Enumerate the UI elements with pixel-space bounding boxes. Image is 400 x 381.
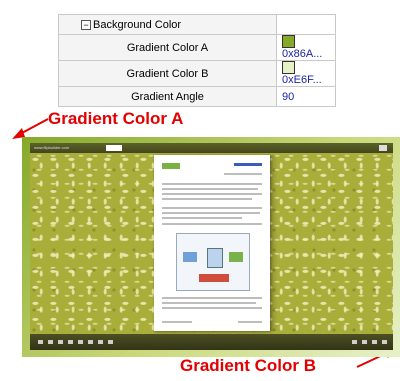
page-title-bar <box>234 163 262 166</box>
prev-page-icon[interactable] <box>362 340 367 344</box>
last-page-icon[interactable] <box>382 340 387 344</box>
gradient-color-a-annotation: Gradient Color A <box>48 109 184 128</box>
page-logo <box>162 163 180 169</box>
viewer-site-label: www.flipbuilder.com <box>34 145 70 150</box>
property-value: 0xE6F... <box>282 74 322 86</box>
book-page[interactable] <box>154 155 270 331</box>
toolbar-icon[interactable] <box>48 340 53 344</box>
toolbar-icon[interactable] <box>58 340 63 344</box>
flipbook-viewer: www.flipbuilder.com <box>30 143 393 350</box>
property-value-cell[interactable]: 0x86A... <box>276 34 336 61</box>
property-row-gradient-angle[interactable]: Gradient Angle 90 <box>58 86 336 107</box>
color-swatch-icon <box>282 61 295 74</box>
page-spine <box>270 155 278 331</box>
toolbar-icon[interactable] <box>108 340 113 344</box>
arrow-a-line <box>19 118 49 135</box>
property-name: Gradient Color B <box>58 60 277 87</box>
next-page-icon[interactable] <box>372 340 377 344</box>
toolbar-icon[interactable] <box>98 340 103 344</box>
property-group-cell[interactable]: − Background Color <box>58 14 277 35</box>
group-label: Background Color <box>93 18 182 31</box>
property-group-row[interactable]: − Background Color <box>58 14 336 35</box>
property-row-gradient-color-a[interactable]: Gradient Color A 0x86A... <box>58 34 336 61</box>
property-grid: − Background Color Gradient Color A 0x86A… <box>58 14 336 107</box>
page-input[interactable] <box>106 145 122 151</box>
property-row-gradient-color-b[interactable]: Gradient Color B 0xE6F... <box>58 60 336 87</box>
property-value: 0x86A... <box>282 48 323 60</box>
gradient-color-b-annotation: Gradient Color B <box>180 356 317 375</box>
property-value-cell[interactable]: 0xE6F... <box>276 60 336 87</box>
viewer-toolbar-bottom <box>30 334 393 350</box>
viewer-toolbar-top: www.flipbuilder.com <box>30 143 393 153</box>
toolbar-icon[interactable] <box>78 340 83 344</box>
color-swatch-icon <box>282 35 295 48</box>
toolbar-icon[interactable] <box>68 340 73 344</box>
first-page-icon[interactable] <box>352 340 357 344</box>
property-value-cell[interactable]: 90 <box>276 86 336 107</box>
gradient-preview: www.flipbuilder.com <box>22 137 400 357</box>
property-group-value <box>276 14 336 35</box>
toolbar-icon[interactable] <box>88 340 93 344</box>
page-diagram <box>176 233 250 291</box>
toolbar-icon[interactable] <box>38 340 43 344</box>
search-icon[interactable] <box>379 145 387 151</box>
property-value: 90 <box>282 90 295 103</box>
collapse-icon[interactable]: − <box>81 19 91 30</box>
property-name: Gradient Angle <box>58 86 277 107</box>
property-name: Gradient Color A <box>58 34 277 61</box>
